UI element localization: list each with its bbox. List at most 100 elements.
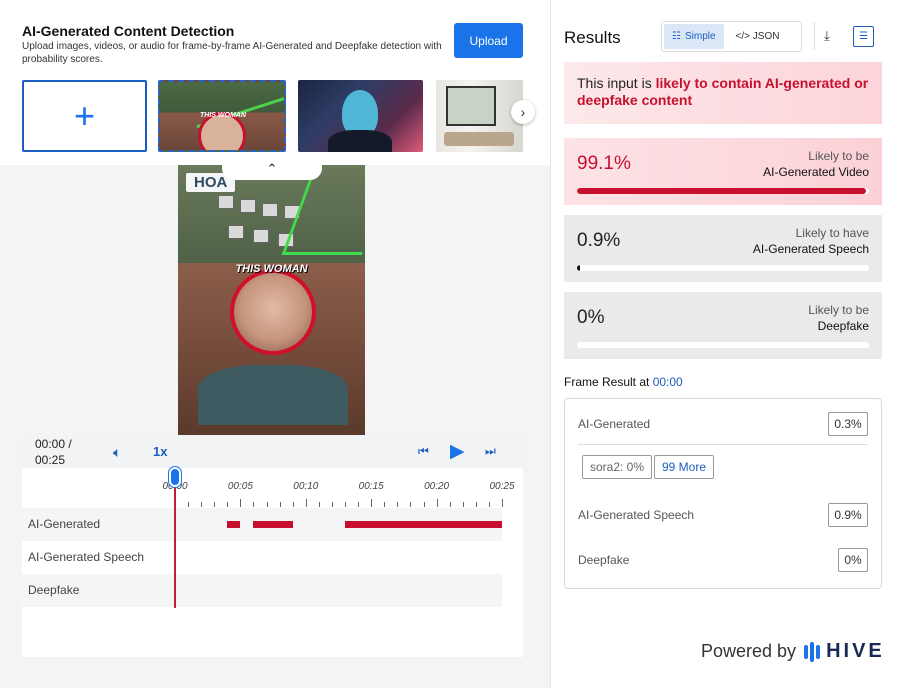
frame-ai-value: 0.3%	[828, 412, 868, 436]
plus-icon: +	[73, 95, 96, 136]
tick-mark	[502, 499, 503, 507]
tick-mark	[423, 502, 425, 507]
score-percent: 0.9%	[577, 230, 621, 251]
powered-by-text: Powered by	[701, 641, 797, 661]
add-media-button[interactable]: +	[22, 80, 147, 152]
house-shape	[228, 225, 244, 239]
tick-label: 00:25	[489, 481, 515, 492]
tick-mark	[227, 502, 229, 507]
tick-mark	[266, 502, 268, 507]
score-percent: 99.1%	[577, 153, 631, 174]
house-shape	[240, 199, 256, 213]
frame-speech-value: 0.9%	[828, 503, 868, 527]
track-label: Deepfake	[28, 583, 80, 597]
score-bar-fill	[577, 188, 867, 194]
tick-mark	[305, 499, 307, 507]
tick-mark	[253, 502, 255, 507]
score-category: AI-Generated Speech	[752, 242, 869, 256]
page-title: AI-Generated Content Detection	[22, 23, 235, 39]
score-card: 0.9% Likely to have AI-Generated Speech	[564, 215, 882, 282]
download-icon[interactable]: ⤓	[824, 28, 830, 44]
frame-time[interactable]: 00:00	[653, 375, 683, 389]
verdict-prefix: This input is	[577, 75, 656, 91]
score-category: AI-Generated Video	[763, 165, 869, 179]
time-total: 00:25	[35, 453, 66, 467]
score-qualifier: Likely to be	[808, 303, 869, 317]
results-panel: Results ☷ Simple </> JSON ⤓ ☰ This input…	[550, 0, 900, 688]
score-card: 0% Likely to be Deepfake	[564, 292, 882, 359]
video-preview[interactable]: HOA THIS WOMAN	[178, 165, 365, 435]
skip-forward-icon[interactable]: ⏭︎	[485, 444, 496, 459]
score-bar	[577, 188, 869, 194]
carousel-next-button[interactable]: ›	[511, 100, 535, 124]
thumbnail-interior-image[interactable]	[436, 80, 523, 152]
tick-mark	[292, 502, 294, 507]
upload-button[interactable]: Upload	[454, 23, 523, 58]
timeline-track[interactable]: Deepfake	[22, 574, 502, 607]
tick-mark	[475, 502, 477, 507]
timeline-track[interactable]: AI-Generated	[22, 508, 502, 541]
tick-label: 00:10	[293, 481, 319, 492]
thumbnail-video-selected[interactable]: THIS WOMAN	[158, 80, 286, 152]
timeline-track[interactable]: AI-Generated Speech	[22, 541, 502, 574]
toggle-json[interactable]: </> JSON	[728, 24, 788, 49]
frame-result-title: Frame Result at 00:00	[564, 375, 683, 389]
skip-back-icon[interactable]: ⏮︎	[418, 444, 429, 459]
play-icon[interactable]: ▶︎	[450, 440, 465, 463]
house-shape	[218, 195, 234, 209]
thumbnail-figure-body	[328, 130, 392, 152]
thumbnail-window	[446, 86, 496, 126]
frame-ai-label: AI-Generated	[578, 417, 651, 431]
toggle-simple[interactable]: ☷ Simple	[664, 24, 724, 49]
volume-icon[interactable]: 🔈︎	[113, 444, 121, 461]
tick-mark	[358, 502, 360, 507]
score-qualifier: Likely to have	[795, 226, 869, 240]
more-models-button[interactable]: 99 More	[654, 455, 715, 479]
tick-mark	[462, 502, 464, 507]
verdict-banner: This input is likely to contain AI-gener…	[564, 62, 882, 124]
model-chip: sora2: 0%	[582, 455, 653, 479]
results-title: Results	[564, 28, 621, 47]
video-person-face	[230, 269, 316, 355]
tick-mark	[410, 502, 412, 507]
upload-area: AI-Generated Content Detection Upload im…	[0, 0, 550, 165]
list-view-icon[interactable]: ☰	[853, 26, 874, 47]
thumbnail-caption: THIS WOMAN	[200, 112, 246, 119]
track-label: AI-Generated	[28, 517, 101, 531]
frame-deepfake-label: Deepfake	[578, 553, 630, 567]
tick-mark	[384, 502, 386, 507]
video-player: 00:00 / 00:25 🔈︎ 1x ⏮︎ ▶︎ ⏭︎ 00:0000:050…	[22, 435, 523, 657]
thumbnail-sofa	[444, 132, 514, 146]
toolbar-divider	[814, 22, 815, 50]
tick-mark	[201, 502, 203, 507]
chevron-right-icon: ›	[520, 104, 526, 120]
tick-mark	[397, 502, 399, 507]
tick-mark	[188, 502, 190, 507]
tick-label: 00:20	[424, 481, 450, 492]
tick-mark	[436, 499, 438, 507]
time-current: 00:00 /	[35, 437, 72, 451]
tick-mark	[331, 502, 333, 507]
tick-mark	[488, 502, 490, 507]
detection-segment[interactable]	[227, 521, 241, 528]
frame-speech-label: AI-Generated Speech	[578, 508, 695, 522]
page-subtitle: Upload images, videos, or audio for fram…	[22, 41, 442, 65]
hive-brand: HIVE	[826, 640, 885, 662]
frame-title-text: Frame Result at	[564, 375, 653, 389]
toggle-simple-label: Simple	[684, 31, 716, 42]
hive-logo: HIVE	[804, 640, 885, 663]
time-display: 00:00 / 00:25	[35, 436, 72, 468]
track-label: AI-Generated Speech	[28, 550, 145, 564]
thumbnail-cyberpunk-image[interactable]	[298, 80, 423, 152]
playhead-handle[interactable]	[169, 467, 181, 487]
view-toggle: ☷ Simple </> JSON	[661, 21, 802, 52]
powered-by: Powered by HIVE	[701, 640, 885, 663]
score-percent: 0%	[577, 307, 605, 328]
detection-segment[interactable]	[253, 521, 293, 528]
timeline-ruler[interactable]: 00:0000:0500:1000:1500:2000:25	[162, 477, 523, 507]
tick-mark	[345, 502, 347, 507]
house-shape	[262, 203, 278, 217]
playback-speed-button[interactable]: 1x	[153, 444, 167, 459]
detection-segment[interactable]	[345, 521, 502, 528]
collapse-preview-button[interactable]: ⌃	[222, 158, 322, 180]
